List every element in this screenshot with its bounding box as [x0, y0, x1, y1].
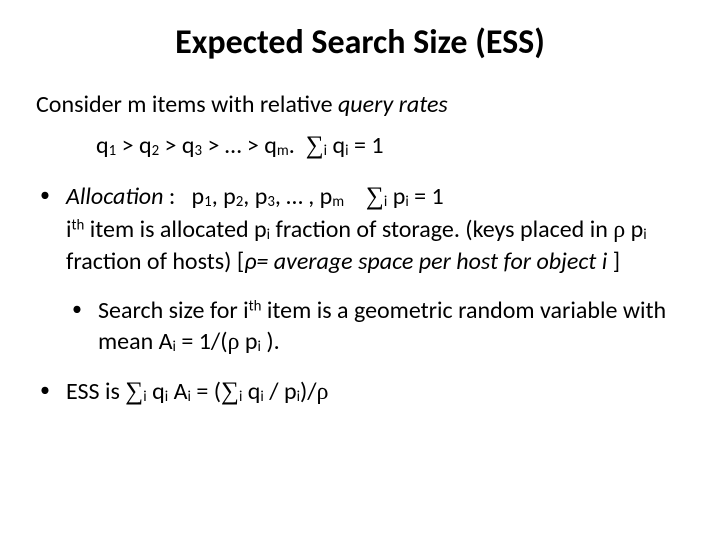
sigma-4: ∑: [221, 378, 239, 405]
rel2: > q: [159, 131, 194, 160]
p1-sub: 1: [204, 192, 212, 210]
rel1: > q: [116, 131, 151, 160]
ith-sup: th: [72, 215, 85, 233]
eq2: = 1: [409, 182, 444, 211]
ess-c: A: [168, 377, 187, 406]
sub-2: 2: [152, 141, 160, 159]
ess-text: ESS is ∑i qi Ai = (∑i qi / pi)/ρ: [66, 376, 329, 409]
intro-text: Consider m items with relative: [36, 90, 338, 119]
query-rates-line: q1 > q2 > q3 > … > qm. ∑i qi = 1: [96, 130, 684, 163]
pi: p: [387, 182, 405, 211]
qi: q: [327, 131, 345, 160]
p2: , p: [212, 182, 236, 211]
dot-end: .: [289, 131, 300, 160]
search-size-text: Search size for ith item is a geometric …: [98, 295, 684, 358]
alloc-l2c: fraction of storage. (keys placed in: [270, 215, 613, 244]
eq1: = 1: [349, 131, 384, 160]
sub-m: m: [277, 141, 289, 159]
alloc-pi2-sub: i: [643, 225, 646, 243]
p3-sub: 3: [267, 192, 275, 210]
ess-d: = (: [191, 377, 221, 406]
sigma-1: ∑: [306, 132, 324, 159]
bullet-ess: • ESS is ∑i qi Ai = (∑i qi / pi)/ρ: [40, 376, 684, 409]
sub-3: 3: [195, 141, 203, 159]
ess-e: q: [242, 377, 260, 406]
alloc-l2f: ρ= average space per host for object i: [244, 247, 613, 276]
intro-line: Consider m items with relative query rat…: [36, 89, 684, 120]
alloc-l2b: item is allocated p: [84, 215, 266, 244]
q1: q: [96, 131, 109, 160]
intro-italic: query rates: [338, 90, 448, 119]
ess-a: ESS is: [66, 377, 125, 406]
bullet-search-size: • Search size for ith item is a geometri…: [72, 295, 684, 358]
rho-2: ρ: [227, 329, 239, 355]
rel-dots: > … > q: [202, 131, 277, 160]
slide: Expected Search Size (ESS) Consider m it…: [0, 0, 720, 540]
bullet-dot-3: •: [40, 376, 66, 404]
bullet-allocation: • Allocation : p1, p2, p3, … , pm ∑i pi …: [40, 181, 684, 277]
alloc-colon: : p: [163, 182, 204, 211]
p3: , p: [243, 182, 267, 211]
bullet-allocation-text: Allocation : p1, p2, p3, … , pm ∑i pi = …: [66, 181, 684, 277]
slide-title: Expected Search Size (ESS): [36, 22, 684, 63]
p-dots: , … , p: [275, 182, 332, 211]
ess-f: / p: [264, 377, 297, 406]
bullet-dot: •: [40, 181, 66, 209]
pm-sub: m: [332, 192, 344, 210]
bullet-dot-2: •: [72, 295, 98, 323]
ss-a: Search size for i: [98, 296, 249, 325]
sigma-3: ∑: [125, 378, 143, 405]
allocation-label: Allocation: [66, 182, 163, 211]
alloc-l2e: fraction of hosts) [: [66, 247, 244, 276]
ess-b: q: [147, 377, 165, 406]
sigma-2: ∑: [366, 183, 384, 210]
ss-d: p: [239, 327, 257, 356]
rho-3: ρ: [317, 379, 329, 405]
ss-e: ).: [261, 327, 280, 356]
rho-1: ρ: [613, 217, 625, 243]
ss-sup: th: [249, 297, 262, 315]
alloc-l2d: p: [625, 215, 643, 244]
alloc-l2g: ]: [613, 247, 620, 276]
ess-g: )/: [300, 377, 317, 406]
ss-c: = 1/(: [176, 327, 228, 356]
